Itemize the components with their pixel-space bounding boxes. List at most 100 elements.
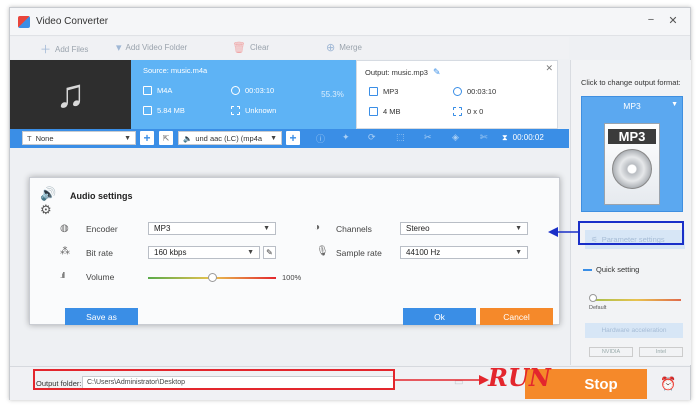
source-resolution-text: Unknown [245,106,277,115]
source-format: M4A [143,86,172,95]
resolution-icon [231,106,240,115]
volume-value: 100% [282,273,302,282]
folder-icon: ▾ [116,42,122,54]
quality-default-label: Default [589,305,607,311]
duration-readout: ⧗ 00:00:02 [502,133,544,143]
parameter-settings-highlight [578,221,684,245]
arrow-to-parameter-icon [548,227,579,237]
speaker-icon: 🔈 [183,133,193,143]
bitrate-select[interactable]: 160 kbps ▼ [148,246,260,259]
time-text: 00:00:02 [512,133,544,142]
source-info-panel: Source: music.m4a M4A 00:03:10 5.84 MB U… [131,60,309,129]
hourglass-icon: ⧗ [502,133,508,142]
disk-icon [143,106,152,115]
chevron-down-icon: ▼ [270,134,277,142]
audio-settings-dialog: 🔊⚙ Audio settings ◍ Encoder MP3 ▼ ⁂ Bit r… [29,177,560,325]
chevron-down-icon: ▼ [247,249,254,256]
add-files-button[interactable]: ＋ Add Files [40,41,88,57]
cut-icon[interactable]: ✂ [424,132,432,143]
mp3-icon-label: MP3 [608,129,656,144]
output-duration: 00:03:10 [453,87,496,96]
merge-button[interactable]: ⊕ Merge [326,41,362,54]
clock-icon [453,87,462,96]
merge-label: Merge [339,43,362,52]
output-resolution: 0 x 0 [453,107,483,116]
cancel-button[interactable]: Cancel [480,308,553,325]
audio-settings-icon: 🔊⚙ [40,186,57,217]
arrow-head [548,227,558,237]
bitrate-label: Bit rate [86,248,113,258]
edit-pencil-icon[interactable]: ✎ [433,67,441,78]
source-format-text: M4A [157,86,173,95]
resolution-icon [453,107,462,116]
add-files-label: Add Files [55,44,89,54]
ok-button[interactable]: Ok [403,308,476,325]
trim-icon[interactable]: ✄ [480,132,488,143]
disc-icon [612,149,652,189]
minimize-button[interactable]: − [644,14,658,26]
encoder-icon: ◍ [60,223,69,234]
channels-value: Stereo [406,224,430,233]
audio-track-value: und aac (LC) (mp4a [195,133,263,143]
app-logo-icon [18,16,30,28]
music-note-icon[interactable]: ♫ [10,60,131,129]
quality-slider-handle[interactable] [589,294,597,302]
file-list: ♫ Source: music.m4a M4A 00:03:10 5.84 MB… [10,60,569,160]
remove-item-icon[interactable]: ✕ [545,63,553,74]
source-label: Source: music.m4a [143,66,208,75]
crop-icon[interactable]: ⬚ [396,132,405,143]
file-icon [369,87,378,96]
edit-bitrate-icon[interactable]: ✎ [263,246,276,259]
quality-slider[interactable] [593,299,681,301]
intel-checkbox[interactable]: Intel [639,347,683,357]
plus-icon: ＋ [40,44,51,56]
dialog-title: Audio settings [70,191,133,201]
add-audio-button[interactable]: + [286,131,300,145]
trash-icon: 🗑 [232,42,246,54]
chevron-down-icon: ▼ [515,249,522,256]
subtitle-value: None [35,133,54,143]
channels-select[interactable]: Stereo ▼ [400,222,528,235]
close-button[interactable]: ✕ [666,14,680,27]
edit-bar: T None ▼ + ⇱ 🔈 und aac (LC) (mp4a ▼ + ⓘ ✦ ⟳ … [10,129,569,148]
format-hint: Click to change output format: [581,78,681,87]
add-video-folder-button[interactable]: ▾ Add Video Folder [116,41,187,54]
chevron-down-icon: ▼ [671,101,678,108]
audio-track-select[interactable]: 🔈 und aac (LC) (mp4a ▼ [178,131,282,145]
add-subtitle-button[interactable]: + [140,131,154,145]
chevron-down-icon: ▼ [124,134,131,142]
nvidia-checkbox[interactable]: NVIDIA [589,347,633,357]
watermark-icon[interactable]: ◈ [452,132,459,143]
chevron-down-icon: ▼ [263,225,270,232]
run-annotation: RUN [488,363,551,392]
info-icon[interactable]: ⓘ [316,132,325,145]
hardware-acceleration-button[interactable]: Hardware acceleration [585,323,683,338]
samplerate-select[interactable]: 44100 Hz ▼ [400,246,528,259]
clock-icon [231,86,240,95]
save-as-button[interactable]: Save as [65,308,138,325]
volume-bars-icon: .ıll [60,271,65,280]
format-title: MP3 [623,101,641,111]
output-format-panel: Click to change output format: MP3 ▼ MP3… [570,60,691,365]
volume-slider-handle[interactable] [208,273,217,282]
channels-icon: ◑ [314,222,321,233]
output-format-text: MP3 [383,87,399,96]
clear-button[interactable]: 🗑 Clear [232,41,269,54]
output-format-button[interactable]: MP3 ▼ MP3 [581,96,683,212]
output-label: Output: music.mp3 ✎ [365,67,441,78]
file-icon [143,86,152,95]
text-icon: T [27,133,32,143]
disk-icon [369,107,378,116]
bitrate-icon: ⁂ [60,246,70,257]
output-resolution-text: 0 x 0 [467,107,484,116]
title-bar: Video Converter − ✕ [10,8,690,36]
rotate-icon[interactable]: ⟳ [368,132,376,143]
alarm-clock-icon[interactable]: ⏰ [660,376,676,392]
merge-icon: ⊕ [326,42,336,54]
encoder-label: Encoder [86,224,118,234]
app-title: Video Converter [36,16,109,27]
subtitle-select[interactable]: T None ▼ [22,131,136,145]
effect-icon[interactable]: ✦ [342,132,350,143]
encoder-select[interactable]: MP3 ▼ [148,222,276,235]
export-subtitle-icon[interactable]: ⇱ [159,131,173,145]
